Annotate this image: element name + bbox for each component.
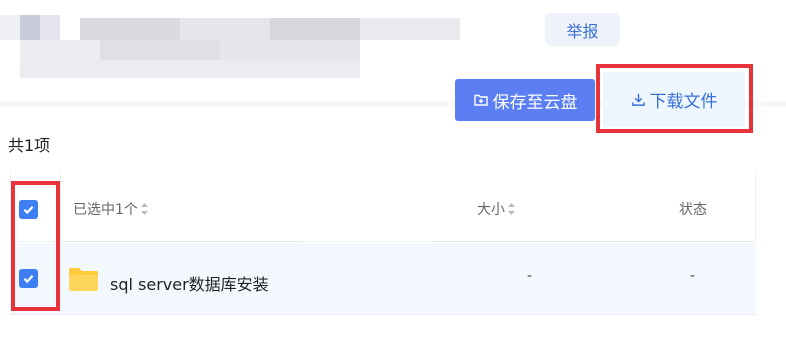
column-size[interactable]: 大小 [477, 199, 516, 219]
folder-icon [69, 268, 98, 291]
column-selected-label: 已选中1个 [73, 202, 138, 218]
header-underline [60, 241, 300, 242]
column-size-label: 大小 [477, 202, 505, 218]
file-name[interactable]: sql server数据库安装 [110, 271, 269, 295]
file-size: - [527, 268, 533, 284]
save-to-cloud-button[interactable]: 保存至云盘 [455, 79, 595, 121]
sort-icon [508, 203, 515, 215]
header-underline-right [432, 241, 752, 242]
column-status-label: 状态 [679, 202, 707, 218]
column-status: 状态 [679, 199, 707, 219]
file-status: - [690, 268, 696, 284]
download-highlight-box [596, 64, 753, 133]
sort-icon [140, 203, 148, 215]
cloud-save-icon [473, 94, 488, 106]
total-count: 共1项 [8, 136, 51, 155]
save-to-cloud-label: 保存至云盘 [492, 92, 578, 113]
checkbox-highlight-box [11, 181, 60, 311]
report-button[interactable]: 举报 [545, 13, 620, 46]
column-selected-count[interactable]: 已选中1个 [73, 199, 149, 219]
